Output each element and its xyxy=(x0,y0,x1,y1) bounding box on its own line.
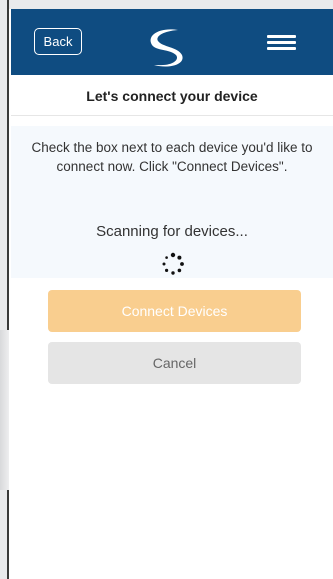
back-button[interactable]: Back xyxy=(34,28,82,55)
scan-panel: Check the box next to each device you'd … xyxy=(11,126,333,278)
window-frame-left xyxy=(0,0,9,579)
window-frame-top xyxy=(0,0,333,9)
cancel-button[interactable]: Cancel xyxy=(48,342,301,384)
app-screen: Back Let's connect your device Check the… xyxy=(11,9,333,579)
window-shadow xyxy=(0,330,9,490)
instructions-text: Check the box next to each device you'd … xyxy=(31,140,313,174)
title-divider xyxy=(11,115,333,116)
page-title: Let's connect your device xyxy=(86,88,258,104)
loading-spinner-icon xyxy=(162,252,184,275)
swirl-logo-icon xyxy=(150,29,183,67)
app-header: Back xyxy=(11,9,333,75)
hamburger-menu-icon[interactable] xyxy=(267,35,296,51)
connect-devices-button[interactable]: Connect Devices xyxy=(48,290,301,332)
scanning-status: Scanning for devices... xyxy=(96,223,248,240)
